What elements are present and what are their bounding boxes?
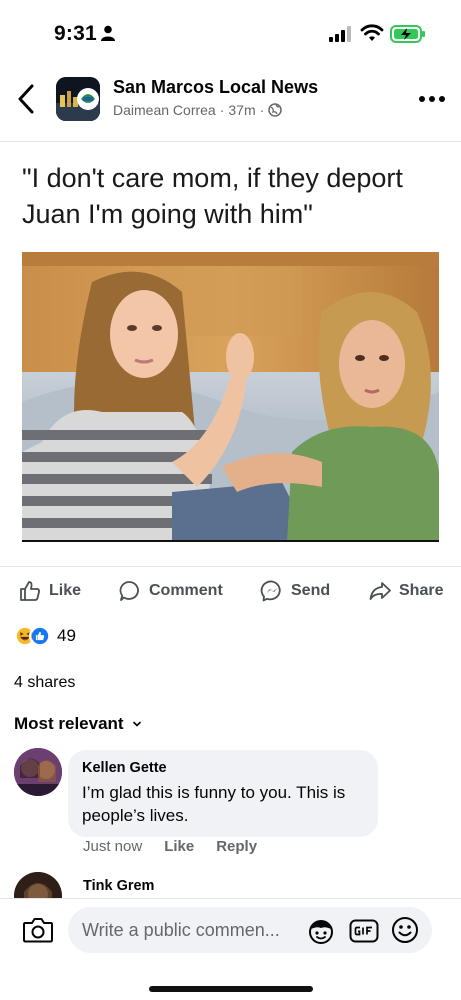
post-meta: Daimean Correa · 37m ·: [113, 102, 283, 118]
comment-text: I’m glad this is funny to you. This is p…: [82, 783, 346, 825]
comment-item: Tink Grem: [14, 872, 454, 898]
page-name[interactable]: San Marcos Local News: [113, 77, 318, 98]
meme-caption: "I don't care mom, if they deport Juan I…: [22, 163, 403, 229]
comment-like-button[interactable]: Like: [164, 838, 194, 855]
comment-button[interactable]: Comment: [118, 579, 223, 603]
signal-icon: [329, 26, 351, 42]
like-reaction-icon: [29, 625, 51, 647]
meme-photo: [22, 252, 439, 542]
status-time: 9:31: [54, 22, 97, 45]
post-header: San Marcos Local News Daimean Correa · 3…: [0, 62, 461, 142]
share-button[interactable]: Share: [368, 579, 443, 603]
like-button[interactable]: Like: [18, 579, 81, 603]
comment-time: Just now: [83, 838, 143, 855]
page-logo[interactable]: [56, 77, 100, 121]
avatar[interactable]: [14, 748, 62, 796]
share-arrow-icon: [369, 582, 391, 600]
comment-input-container: [68, 907, 432, 953]
comment-label: Comment: [149, 582, 223, 599]
home-indicator[interactable]: [149, 986, 313, 992]
send-label: Send: [291, 582, 331, 599]
messenger-icon: [260, 580, 281, 602]
avatar-sticker-icon[interactable]: [307, 917, 335, 945]
globe-icon: [268, 103, 283, 117]
post-actions-bar: Like Comment Send Share: [0, 566, 461, 612]
comment-author[interactable]: Kellen Gette: [82, 760, 364, 776]
chevron-down-icon: [132, 721, 141, 727]
comment-composer: [0, 898, 461, 962]
more-dots-icon[interactable]: [418, 92, 446, 106]
post-image[interactable]: "I don't care mom, if they deport Juan I…: [0, 142, 461, 562]
gif-icon[interactable]: [349, 919, 379, 943]
camera-icon[interactable]: [22, 916, 54, 944]
reaction-count: 49: [57, 626, 76, 645]
thumbs-up-icon: [20, 581, 40, 601]
sort-label: Most relevant: [14, 714, 124, 733]
status-bar: 9:31: [0, 0, 461, 60]
post-time[interactable]: 37m: [228, 102, 255, 118]
comment-actions: Just now Like Reply: [83, 838, 257, 855]
wifi-icon: [360, 24, 384, 41]
comment-input[interactable]: [82, 907, 302, 953]
back-arrow-icon[interactable]: [14, 82, 40, 116]
comment-bubble[interactable]: Kellen Gette I’m glad this is funny to y…: [68, 750, 378, 837]
post-author[interactable]: Daimean Correa: [113, 102, 216, 118]
share-label: Share: [399, 582, 444, 599]
comment-author[interactable]: Tink Grem: [83, 878, 154, 894]
reactions-summary[interactable]: 49: [14, 624, 76, 648]
shares-count[interactable]: 4 shares: [14, 674, 75, 692]
comment-reply-button[interactable]: Reply: [216, 838, 257, 855]
send-button[interactable]: Send: [260, 579, 330, 603]
meta-separator: ·: [219, 102, 225, 118]
comments-sort-dropdown[interactable]: Most relevant: [14, 714, 142, 734]
emoji-icon[interactable]: [391, 916, 419, 944]
battery-charging-icon: [390, 25, 425, 43]
person-icon: [101, 25, 115, 41]
comment-bubble-icon: [119, 581, 139, 601]
avatar[interactable]: [14, 872, 62, 898]
like-label: Like: [49, 582, 82, 599]
meta-separator: ·: [259, 102, 265, 118]
